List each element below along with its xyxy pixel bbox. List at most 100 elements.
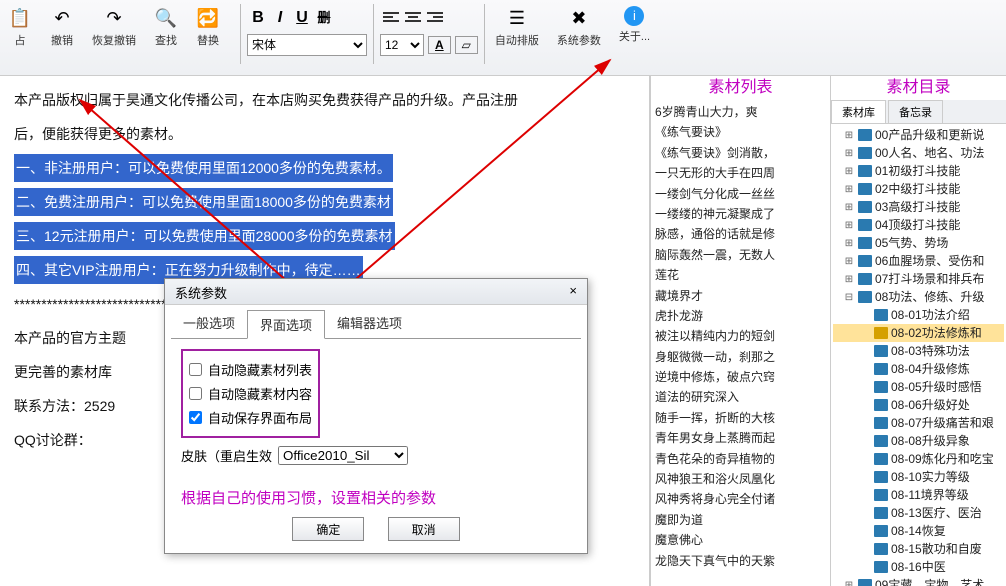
material-list-title: 素材列表 [651, 76, 830, 100]
tree-item[interactable]: 08-13医疗、医治 [833, 504, 1004, 522]
editor-highlight: 一、非注册用户：可以免费使用里面12000多份的免费素材。 [14, 154, 393, 182]
tree-item[interactable]: ⊞01初级打斗技能 [833, 162, 1004, 180]
tree-item[interactable]: ⊞04顶级打斗技能 [833, 216, 1004, 234]
ok-button[interactable]: 确定 [292, 517, 364, 541]
find-button[interactable]: 🔍 查找 [150, 4, 182, 50]
close-icon[interactable]: × [569, 283, 577, 300]
align-right-button[interactable] [424, 6, 446, 28]
info-icon: i [624, 6, 644, 26]
chk-hide-content[interactable] [189, 387, 202, 400]
list-item[interactable]: 莲花 [653, 265, 828, 285]
list-item[interactable]: 藏境界才 [653, 286, 828, 306]
list-item[interactable]: 青色花朵的奇异植物的 [653, 449, 828, 469]
font-color-button[interactable]: A [428, 36, 451, 54]
list-item[interactable]: 《练气要诀》剑消散， [653, 143, 828, 163]
auto-layout-label: 自动排版 [495, 32, 539, 48]
tree-item[interactable]: 08-10实力等级 [833, 468, 1004, 486]
tab-editor[interactable]: 编辑器选项 [325, 309, 414, 338]
redo-button[interactable]: ↷ 恢复撤销 [88, 4, 140, 50]
list-item[interactable]: 龙隐天下真气中的天紫 [653, 551, 828, 571]
chk-label: 自动隐藏素材内容 [208, 384, 312, 403]
tree-item[interactable]: 08-04升级修炼 [833, 360, 1004, 378]
sys-params-label: 系统参数 [557, 32, 601, 48]
align-center-button[interactable] [402, 6, 424, 28]
list-item[interactable]: 脑际轰然一震，无数人 [653, 245, 828, 265]
tree-item[interactable]: 08-03特殊功法 [833, 342, 1004, 360]
tab-general[interactable]: 一般选项 [171, 309, 247, 338]
tree-item[interactable]: ⊞07打斗场景和排兵布 [833, 270, 1004, 288]
about-button[interactable]: i 关于... [615, 4, 654, 46]
editor-text: 后，便能获得更多的素材。 [14, 126, 182, 142]
font-name-select[interactable]: 宋体 [247, 34, 367, 56]
list-item[interactable]: 风神秀将身心完全付诸 [653, 489, 828, 509]
cancel-button[interactable]: 取消 [388, 517, 460, 541]
list-item[interactable]: 魔意佛心 [653, 530, 828, 550]
main-toolbar: 📋 占 ↶ 撤销 ↷ 恢复撤销 🔍 查找 🔁 替换 B I U 删 宋体 [0, 0, 1006, 76]
list-item[interactable]: 青年男女身上蒸腾而起 [653, 428, 828, 448]
tab-library[interactable]: 素材库 [831, 100, 886, 123]
tree-item[interactable]: 08-11境界等级 [833, 486, 1004, 504]
strike-button[interactable]: 删 [313, 6, 335, 28]
tree-item[interactable]: ⊞00产品升级和更新说 [833, 126, 1004, 144]
list-item[interactable]: 虎扑龙游 [653, 306, 828, 326]
editor-highlight: 三、12元注册用户：可以免费使用里面28000多份的免费素材 [14, 222, 395, 250]
tree-item[interactable]: 08-05升级时感悟 [833, 378, 1004, 396]
skin-select[interactable]: Office2010_Sil [278, 446, 408, 465]
tree-item[interactable]: 08-08升级异象 [833, 432, 1004, 450]
chk-save-layout[interactable] [189, 411, 202, 424]
list-item[interactable]: 一缕剑气分化成一丝丝 [653, 184, 828, 204]
editor-text: 本产品的官方主题 [14, 330, 126, 346]
paragraph-icon: ☰ [505, 6, 529, 30]
auto-layout-button[interactable]: ☰ 自动排版 [491, 4, 543, 50]
editor-text: 本产品版权归属于昊通文化传播公司，在本店购买免费获得产品的升级。产品注册 [14, 92, 518, 108]
list-item[interactable]: 一缕缕的神元凝聚成了 [653, 204, 828, 224]
editor-text: 联系方法：2529 [14, 398, 115, 414]
list-item[interactable]: 6岁腾青山大力，爽 [653, 102, 828, 122]
tree-item[interactable]: ⊞00人名、地名、功法 [833, 144, 1004, 162]
sys-params-button[interactable]: ✖ 系统参数 [553, 4, 605, 50]
font-size-select[interactable]: 12 [380, 34, 424, 56]
list-item[interactable]: 魔即为道 [653, 510, 828, 530]
tab-memo[interactable]: 备忘录 [888, 100, 943, 123]
tree-item[interactable]: ⊞06血腥场景、受伤和 [833, 252, 1004, 270]
tab-interface[interactable]: 界面选项 [247, 310, 325, 339]
chk-hide-list[interactable] [189, 363, 202, 376]
undo-button[interactable]: ↶ 撤销 [46, 4, 78, 50]
tree-item[interactable]: ⊞02中级打斗技能 [833, 180, 1004, 198]
tree-item[interactable]: 08-02功法修炼和 [833, 324, 1004, 342]
tree-item[interactable]: 08-15散功和自废 [833, 540, 1004, 558]
undo-icon: ↶ [50, 6, 74, 30]
list-item[interactable]: 逆境中修炼，破点穴窍 [653, 367, 828, 387]
align-left-button[interactable] [380, 6, 402, 28]
list-item[interactable]: 风神狼王和浴火凤凰化 [653, 469, 828, 489]
highlight-color-button[interactable]: ▱ [455, 36, 478, 54]
underline-button[interactable]: U [291, 6, 313, 28]
bold-button[interactable]: B [247, 6, 269, 28]
tree-item[interactable]: 08-01功法介绍 [833, 306, 1004, 324]
list-item[interactable]: 道法的研究深入 [653, 387, 828, 407]
tree-item[interactable]: 08-16中医 [833, 558, 1004, 576]
find-icon: 🔍 [154, 6, 178, 30]
about-label: 关于... [619, 28, 650, 44]
tree-item[interactable]: ⊞05气势、势场 [833, 234, 1004, 252]
text-style-row: B I U 删 [247, 6, 367, 28]
tree-item[interactable]: 08-09炼化丹和吃宝 [833, 450, 1004, 468]
tree-item[interactable]: 08-14恢复 [833, 522, 1004, 540]
tree-item[interactable]: ⊞03高级打斗技能 [833, 198, 1004, 216]
dialog-tabs: 一般选项 界面选项 编辑器选项 [171, 309, 581, 339]
replace-button[interactable]: 🔁 替换 [192, 4, 224, 50]
replace-label: 替换 [197, 32, 219, 48]
list-item[interactable]: 被注以精纯内力的短剑 [653, 326, 828, 346]
paste-button[interactable]: 📋 占 [4, 4, 36, 50]
list-item[interactable]: 脉感，通俗的话就是修 [653, 224, 828, 244]
list-item[interactable]: 随手一挥，折断的大核 [653, 408, 828, 428]
material-tree-title: 素材目录 [831, 76, 1006, 100]
tree-item[interactable]: ⊟08功法、修练、升级 [833, 288, 1004, 306]
tree-item[interactable]: ⊞09宝藏、宝物、艺术 [833, 576, 1004, 586]
list-item[interactable]: 身躯微微一动，刹那之 [653, 347, 828, 367]
italic-button[interactable]: I [269, 6, 291, 28]
list-item[interactable]: 《练气要诀》 [653, 122, 828, 142]
tree-item[interactable]: 08-06升级好处 [833, 396, 1004, 414]
tree-item[interactable]: 08-07升级痛苦和艰 [833, 414, 1004, 432]
list-item[interactable]: 一只无形的大手在四周 [653, 163, 828, 183]
